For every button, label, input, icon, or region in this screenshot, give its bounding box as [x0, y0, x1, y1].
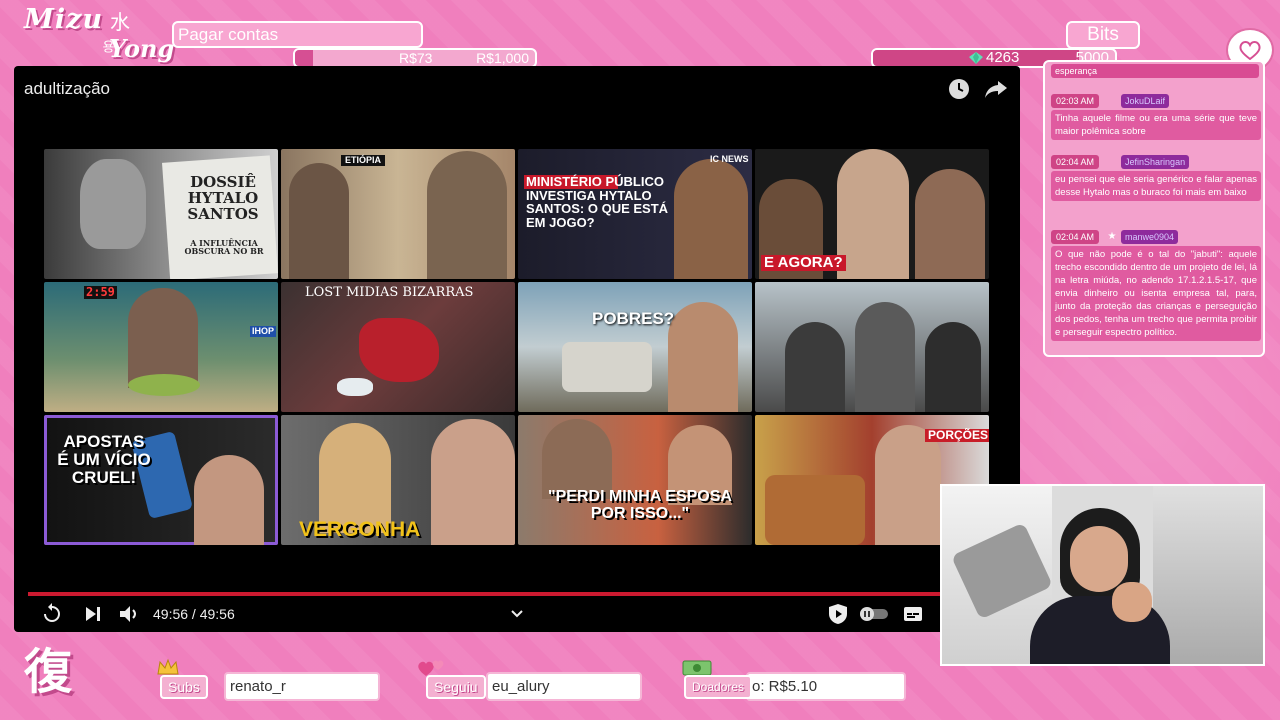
thumb-6-caption: LOST MIDIAS BIZARRAS: [305, 285, 474, 300]
suggested-video-8[interactable]: [755, 282, 989, 412]
replay-icon[interactable]: [40, 602, 64, 626]
chat-time: 02:04 AM: [1051, 155, 1100, 169]
latest-donor-value: o: R$5.10: [746, 672, 906, 701]
chat-text: eu pensei que ele seria genérico e falar…: [1051, 171, 1261, 201]
suggested-video-11[interactable]: "PERDI MINHA ESPOSA POR ISSO...": [518, 415, 752, 545]
thumb-3-caption: MINISTÉRIO PÚBLICO INVESTIGA HYTALO SANT…: [526, 174, 669, 230]
thumb-5-clock: 2:59: [84, 285, 117, 299]
thumb-1-subcaption: A INFLUÊNCIA OBSCURA NO BR: [184, 238, 264, 257]
thumb-12-caption: PORÇÕES: [925, 429, 989, 442]
follow-label: Seguiu: [426, 675, 486, 699]
autoplay-toggle[interactable]: [859, 602, 889, 626]
logo-text-mizu: Mizu: [24, 4, 104, 35]
suggested-video-9[interactable]: APOSTAS É UM VÍCIO CRUEL!: [44, 415, 278, 545]
suggested-video-6[interactable]: LOST MIDIAS BIZARRAS: [281, 282, 515, 412]
subtitles-icon[interactable]: [902, 602, 924, 626]
logo-kanji: 水: [110, 12, 130, 34]
thumb-11-caption: "PERDI MINHA ESPOSA POR ISSO...": [548, 488, 732, 522]
suggested-video-3[interactable]: MINISTÉRIO PÚBLICO INVESTIGA HYTALO SANT…: [518, 149, 752, 279]
chat-time: 02:04 AM: [1051, 230, 1100, 244]
chat-panel: esperança 02:03 AM JokuDLaif Tinha aquel…: [1043, 60, 1265, 357]
suggested-video-4[interactable]: E AGORA?: [755, 149, 989, 279]
logo-text-yong: Yong: [109, 34, 175, 63]
chat-text: Tinha aquele filme ou era uma série que …: [1051, 110, 1261, 140]
suggested-video-10[interactable]: VERGONHA: [281, 415, 515, 545]
goal-current: R$73: [399, 50, 433, 66]
bottom-kanji-logo: 復: [24, 644, 73, 700]
star-badge-icon: ★: [1107, 231, 1117, 242]
volume-icon[interactable]: [118, 602, 140, 626]
bits-title: Bits: [1066, 21, 1140, 49]
goal-progress-fill: [295, 50, 313, 66]
share-icon[interactable]: [984, 78, 1008, 100]
suggested-video-5[interactable]: 2:59 IHOP: [44, 282, 278, 412]
goal-title: Pagar contas: [172, 21, 423, 48]
thumb-1-caption: DOSSIÊ HYTALO SANTOS: [187, 173, 259, 223]
thumb-4-caption: E AGORA?: [761, 255, 846, 271]
money-icon: [682, 660, 712, 676]
chat-message-partial: esperança: [1051, 64, 1259, 78]
chat-message: 02:04 AM ★ manwe0904 O que não pode é o …: [1051, 230, 1261, 341]
suggested-video-7[interactable]: POBRES?: [518, 282, 752, 412]
chat-message: 02:03 AM JokuDLaif Tinha aquele filme ou…: [1051, 94, 1261, 140]
watch-later-icon[interactable]: [948, 78, 970, 100]
chat-text: O que não pode é o tal do "jabuti": aque…: [1051, 246, 1261, 341]
thumb-5-tag: IHOP: [250, 326, 277, 338]
chat-time: 02:03 AM: [1051, 94, 1100, 108]
video-progress-bar[interactable]: [28, 592, 1006, 596]
latest-sub-value: renato_r: [224, 672, 380, 701]
latest-follower-value: eu_alury: [486, 672, 642, 701]
chat-badge-icon: [1105, 94, 1119, 108]
video-player[interactable]: adultização DOSSIÊ HYTALO SANTOS A INFLU…: [14, 66, 1020, 632]
subs-label: Subs: [160, 675, 208, 699]
bits-current: 4263: [986, 49, 1020, 66]
next-icon[interactable]: [82, 602, 104, 626]
chat-username[interactable]: manwe0904: [1121, 230, 1179, 244]
chat-username[interactable]: JefinSharingan: [1121, 155, 1190, 169]
chat-username[interactable]: JokuDLaif: [1121, 94, 1170, 108]
video-title[interactable]: adultização: [24, 79, 110, 99]
thumb-2-caption: ETIÓPIA: [341, 155, 386, 167]
goal-max: R$1,000: [476, 50, 529, 66]
sponsor-shield-icon[interactable]: [826, 602, 850, 626]
thumb-9-caption: APOSTAS É UM VÍCIO CRUEL!: [57, 432, 151, 487]
crown-icon: [157, 658, 179, 675]
channel-logo: Mizu 水 용 Yong: [24, 4, 175, 63]
thumb-3-tag: IC NEWS: [710, 154, 749, 164]
video-time: 49:56 / 49:56: [153, 606, 235, 622]
suggested-video-2[interactable]: ETIÓPIA: [281, 149, 515, 279]
chat-badge-icon: [1105, 155, 1119, 169]
suggested-video-1[interactable]: DOSSIÊ HYTALO SANTOS A INFLUÊNCIA OBSCUR…: [44, 149, 278, 279]
thumb-7-caption: POBRES?: [592, 309, 675, 328]
thumb-10-caption: VERGONHA: [299, 518, 421, 541]
donor-label: Doadores: [684, 675, 753, 699]
webcam-overlay: [940, 484, 1265, 666]
chevron-down-icon[interactable]: [508, 602, 526, 626]
bits-gem-icon: [969, 52, 983, 64]
chat-message: 02:04 AM JefinSharingan eu pensei que el…: [1051, 155, 1261, 201]
goal-progress-bar: R$73 R$1,000: [293, 48, 537, 68]
